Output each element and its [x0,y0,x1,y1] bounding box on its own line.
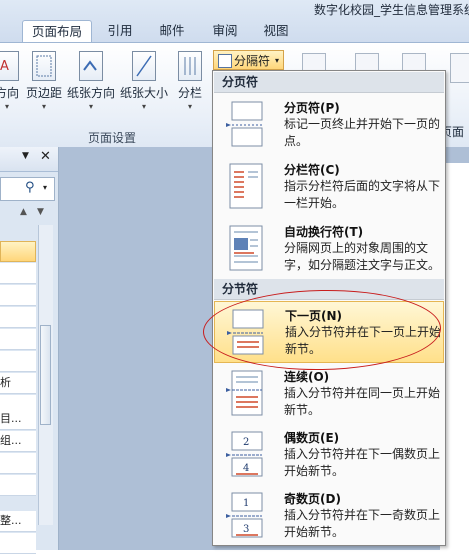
orientation-icon [79,51,103,81]
continuous-desc: 插入分节符并在同一页上开始新节。 [284,386,441,417]
pane-menu-icon[interactable]: ▼ [22,151,29,161]
window-title: 数字化校园_学生信息管理系统 [314,3,469,17]
next-page-title: 下一页(N) [285,309,343,323]
even-page-icon: 2 4 [226,431,263,477]
close-icon[interactable]: ✕ [40,149,51,164]
next-heading-icon[interactable]: ▼ [37,207,44,217]
list-item[interactable] [0,285,36,306]
next-page-item[interactable]: 下一页(N) 插入分节符并在下一页上开始新节。 [214,301,444,363]
text-wrapping-break-item[interactable]: 自动换行符(T) 分隔网页上的对象周围的文字，如分隔题注文字与正文。 [214,218,444,280]
odd-page-item[interactable]: 1 3 奇数页(D) 插入分节符并在下一奇数页上开始新节。 [214,485,444,547]
list-item[interactable] [0,329,36,350]
odd-page-number-bottom: 3 [243,524,249,535]
tab-review[interactable]: 审阅 [203,20,247,42]
page-break-icon [226,101,263,147]
tab-view[interactable]: 视图 [256,20,296,42]
columns-button[interactable]: 分栏 ▾ [174,51,206,111]
even-page-desc: 插入分节符并在下一偶数页上开始新节。 [284,447,441,478]
odd-page-number-top: 1 [243,498,249,509]
list-item[interactable]: 整... [0,511,36,532]
continuous-icon [226,370,263,416]
margins-button[interactable]: 页边距 ▾ [24,51,64,111]
group-label-page-setup: 页面设置 [88,131,137,145]
page-borders-icon[interactable] [450,53,469,83]
list-item[interactable]: 组... [0,431,36,452]
list-item[interactable] [0,453,36,474]
tab-references[interactable]: 引用 [100,20,140,42]
breaks-dropdown-menu: 分页符 分页符(P) 标记一页终止并开始下一页的点。 分栏符(C) 指示分栏符后… [212,70,446,546]
svg-text:A: A [0,59,9,74]
page-break-desc: 标记一页终止并开始下一页的点。 [284,117,441,148]
list-item[interactable]: 析 [0,373,36,394]
chevron-down-icon: ▾ [41,102,46,111]
margins-icon [32,51,56,81]
odd-page-desc: 插入分节符并在下一奇数页上开始新节。 [284,508,441,539]
breaks-icon [218,54,232,68]
list-item[interactable] [0,263,36,284]
size-button[interactable]: 纸张大小 ▾ [118,51,170,111]
navigation-pane: ▼ ✕ ⚲ ▾ ▲ ▼ 析 目... 组... 整... [0,147,59,554]
breaks-button[interactable]: 分隔符 ▾ [213,50,284,70]
continuous-title: 连续(O) [284,370,330,384]
column-break-title: 分栏符(C) [284,163,340,177]
title-bar: 数字化校园_学生信息管理系统 页面布局 引用 邮件 审阅 视图 [0,0,469,43]
section-breaks-header: 分节符 [214,279,444,300]
chevron-down-icon: ▾ [141,102,146,111]
column-break-desc: 指示分栏符后面的文字将从下一栏开始。 [284,179,441,210]
chevron-down-icon: ▾ [88,102,93,111]
even-page-number-top: 2 [243,437,249,448]
continuous-item[interactable]: 连续(O) 插入分节符并在同一页上开始新节。 [214,363,444,425]
list-item[interactable] [0,475,36,496]
pane-header: ▼ ✕ [0,147,58,172]
odd-page-icon: 1 3 [226,492,263,538]
next-page-desc: 插入分节符并在下一页上开始新节。 [285,325,442,356]
scrollbar-thumb[interactable] [40,325,51,425]
list-item[interactable] [0,351,36,372]
text-direction-icon: A [0,51,19,81]
text-wrapping-break-title: 自动换行符(T) [284,225,364,239]
chevron-down-icon: ▾ [187,102,192,111]
odd-page-title: 奇数页(D) [284,492,341,506]
chevron-down-icon[interactable]: ▾ [43,183,47,192]
list-item[interactable] [0,241,36,262]
tab-mailings[interactable]: 邮件 [150,20,194,42]
search-icon[interactable]: ⚲ [25,180,35,195]
search-input[interactable]: ⚲ ▾ [0,177,55,201]
margins-label: 页边距 [25,86,62,100]
orientation-button[interactable]: 纸张方向 ▾ [66,51,116,111]
even-page-title: 偶数页(E) [284,431,340,445]
text-wrapping-break-icon [229,225,263,271]
columns-label: 分栏 [177,86,202,100]
chevron-down-icon: ▾ [4,102,9,111]
even-page-number-bottom: 4 [243,463,249,474]
list-item[interactable] [0,307,36,328]
tab-partial[interactable] [0,20,18,42]
size-icon [132,51,156,81]
column-break-icon [229,163,263,209]
next-page-icon [227,309,264,355]
text-wrapping-break-desc: 分隔网页上的对象周围的文字，如分隔题注文字与正文。 [284,241,441,272]
breaks-label: 分隔符 [234,54,271,68]
list-item[interactable] [0,533,36,554]
page-break-title: 分页符(P) [284,101,340,115]
chevron-down-icon: ▾ [274,56,279,65]
even-page-item[interactable]: 2 4 偶数页(E) 插入分节符并在下一偶数页上开始新节。 [214,424,444,486]
columns-icon [178,51,202,81]
orientation-label: 纸张方向 [66,86,115,100]
previous-heading-icon[interactable]: ▲ [20,207,27,217]
list-item[interactable]: 目... [0,409,36,430]
page-break-item[interactable]: 分页符(P) 标记一页终止并开始下一页的点。 [214,94,444,156]
size-label: 纸张大小 [119,86,168,100]
tab-page-layout[interactable]: 页面布局 [22,20,92,43]
text-direction-button[interactable]: A 方向 ▾ [0,51,22,111]
page-breaks-header: 分页符 [214,72,444,93]
text-direction-label: 方向 [0,86,19,100]
column-break-item[interactable]: 分栏符(C) 指示分栏符后面的文字将从下一栏开始。 [214,156,444,218]
scrollbar[interactable] [38,225,53,525]
